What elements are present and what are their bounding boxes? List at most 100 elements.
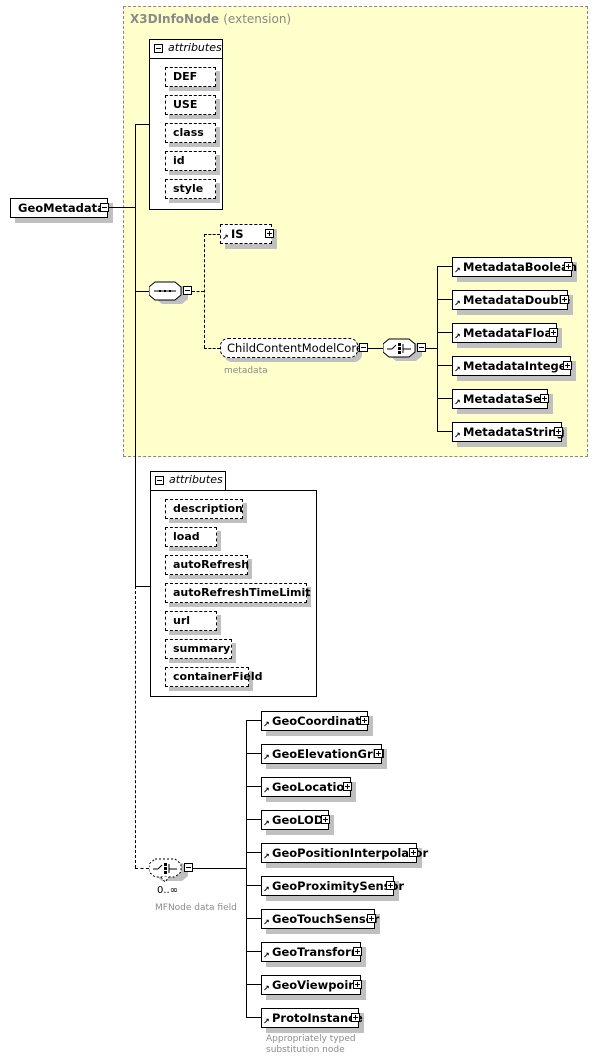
element-label: MetadataString [463, 425, 565, 439]
connector [246, 720, 261, 721]
element-label: GeoTransform [272, 945, 363, 959]
extension-suffix: (extension) [223, 12, 292, 26]
choice-element[interactable]: ↗ GeoTransform [261, 942, 363, 962]
choice-element[interactable]: ↗ GeoTouchSensor [261, 909, 379, 929]
expand-icon[interactable] [353, 947, 362, 956]
multiplicity-label: 0..∞ [157, 885, 179, 896]
collapse-icon[interactable] [184, 863, 193, 872]
expand-icon[interactable] [321, 815, 330, 824]
root-element-label: GeoMetadata [18, 201, 105, 215]
expand-icon[interactable] [554, 427, 563, 436]
expand-icon[interactable] [549, 328, 558, 337]
reference-arrow-icon: ↗ [454, 365, 461, 374]
collapse-icon[interactable] [359, 343, 368, 352]
collapse-icon[interactable] [155, 476, 164, 485]
expand-icon[interactable] [564, 262, 573, 271]
expand-icon[interactable] [351, 1013, 360, 1022]
connector [437, 332, 452, 333]
attribute-id[interactable]: id [165, 151, 216, 171]
group-childcontentmodelcore[interactable]: ChildContentModelCore [220, 338, 363, 358]
choice-element[interactable]: ↗ GeoCoordinate [261, 711, 368, 731]
element-label: ProtoInstance [272, 1011, 363, 1025]
choice-element[interactable]: ↗ GeoViewpoint [261, 975, 362, 995]
choice-element[interactable]: ↗ MetadataBoolean [452, 257, 577, 277]
element-label: GeoTouchSensor [272, 912, 380, 926]
attribute[interactable]: load [165, 527, 217, 547]
choice-element[interactable]: ↗ GeoElevationGrid [261, 744, 385, 764]
connector [437, 299, 452, 300]
base-attributes-tab[interactable]: attributes [149, 39, 223, 59]
expand-icon[interactable] [409, 848, 418, 857]
attribute[interactable]: description [165, 499, 243, 519]
attributes-title: attributes [169, 473, 223, 486]
connector [437, 266, 452, 267]
attribute-use[interactable]: USE [165, 95, 216, 115]
attribute-label: DEF [173, 70, 198, 83]
element-label: IS [231, 227, 244, 241]
attribute[interactable]: containerField [165, 667, 262, 687]
expand-icon[interactable] [374, 749, 383, 758]
attribute-style[interactable]: style [165, 179, 216, 199]
expand-icon[interactable] [563, 361, 572, 370]
choice-element[interactable]: ↗ MetadataFloat [452, 323, 558, 343]
attribute[interactable]: autoRefreshTimeLimit [165, 583, 311, 603]
connector-dashed [135, 586, 136, 868]
expand-icon[interactable] [353, 980, 362, 989]
extension-title: X3DInfoNode (extension) [130, 12, 291, 26]
connector [246, 1017, 261, 1018]
element-label: GeoViewpoint [272, 978, 362, 992]
element-label: GeoProximitySensor [272, 879, 405, 893]
element-label: GeoElevationGrid [272, 747, 385, 761]
reference-arrow-icon: ↗ [263, 885, 270, 894]
choice-element[interactable]: ↗ MetadataDouble [452, 290, 570, 310]
attribute-class[interactable]: class [165, 123, 216, 143]
reference-arrow-icon: ↗ [263, 951, 270, 960]
reference-arrow-icon: ↗ [263, 1017, 270, 1026]
choice-element[interactable]: ↗ GeoLOD [261, 810, 329, 830]
element-label: GeoCoordinate [272, 714, 369, 728]
group-label: ChildContentModelCore [227, 341, 363, 355]
connector [246, 720, 247, 1018]
connector-dashed [135, 868, 149, 869]
attribute[interactable]: autoRefresh [165, 555, 249, 575]
choice-element[interactable]: ↗ MetadataInteger [452, 356, 572, 376]
root-element-geometadata[interactable]: GeoMetadata [10, 198, 108, 218]
collapse-icon[interactable] [100, 203, 109, 212]
expand-icon[interactable] [360, 716, 369, 725]
expand-icon[interactable] [540, 394, 549, 403]
choice-element[interactable]: ↗ GeoLocation [261, 777, 352, 797]
attributes-tab[interactable]: attributes [150, 471, 226, 491]
reference-arrow-icon: ↗ [454, 398, 461, 407]
choice-element[interactable]: ↗ GeoPositionInterpolator [261, 843, 428, 863]
choice-element[interactable]: ↗ GeoProximitySensor [261, 876, 404, 896]
expand-icon[interactable] [560, 295, 569, 304]
reference-arrow-icon: ↗ [263, 786, 270, 795]
expand-icon[interactable] [343, 782, 352, 791]
group-caption: metadata [224, 366, 268, 376]
expand-icon[interactable] [367, 914, 376, 923]
element-label: GeoLOD [272, 813, 324, 827]
expand-icon[interactable] [386, 881, 395, 890]
reference-arrow-icon: ↗ [263, 852, 270, 861]
connector [193, 868, 246, 869]
connector [135, 124, 150, 125]
attribute-label: class [173, 126, 204, 139]
choice-element[interactable]: ↗ MetadataString [452, 422, 565, 442]
connector [109, 207, 135, 208]
connector [135, 291, 149, 292]
reference-arrow-icon: ↗ [454, 332, 461, 341]
choice-element[interactable]: ↗ MetadataSet [452, 389, 548, 409]
expand-icon[interactable] [265, 229, 274, 238]
reference-arrow-icon: ↗ [263, 753, 270, 762]
collapse-icon[interactable] [154, 44, 163, 53]
collapse-icon[interactable] [183, 286, 192, 295]
collapse-icon[interactable] [417, 343, 426, 352]
attribute[interactable]: url [165, 611, 217, 631]
connector [246, 885, 261, 886]
connector-dashed [204, 234, 220, 235]
reference-arrow-icon: ↗ [263, 720, 270, 729]
attribute[interactable]: summary [165, 639, 232, 659]
connector [246, 951, 261, 952]
choice-element[interactable]: ↗ ProtoInstance [261, 1008, 363, 1028]
attribute-def[interactable]: DEF [165, 67, 216, 87]
